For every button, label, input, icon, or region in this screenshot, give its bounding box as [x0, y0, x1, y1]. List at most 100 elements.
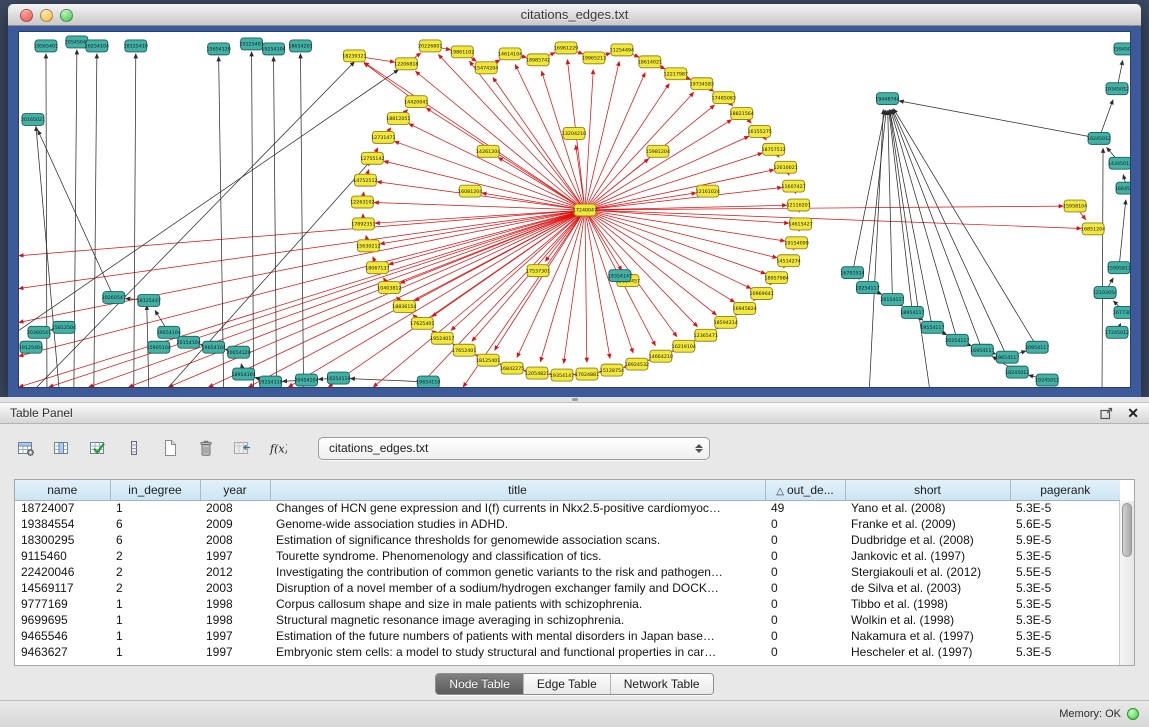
cell-name[interactable]: 18300295 [15, 532, 110, 548]
graph-node[interactable]: 12755142 [360, 152, 384, 164]
column-header-pagerank[interactable]: pagerank [1010, 480, 1120, 500]
cell-in_degree[interactable]: 1 [110, 596, 200, 612]
cell-year[interactable]: 2008 [200, 532, 270, 548]
graph-node[interactable]: 14420041 [404, 96, 428, 108]
graph-node[interactable]: 15905104 [147, 341, 171, 353]
graph-node[interactable]: 14514274 [776, 255, 800, 267]
graph-node[interactable]: 17245012 [1105, 326, 1129, 338]
float-panel-icon[interactable] [1100, 407, 1113, 420]
cell-pagerank[interactable]: 5.9E-5 [1010, 532, 1120, 548]
table-row[interactable]: 1456911722003Disruption of a novel membe… [15, 580, 1120, 596]
graph-node[interactable]: 18245012 [1005, 366, 1029, 378]
graph-node[interactable]: 15995812 [1107, 262, 1130, 274]
graph-node[interactable]: 18654201 [288, 40, 312, 52]
cell-title[interactable]: Changes of HCN gene expression and I(f) … [270, 500, 765, 516]
cell-title[interactable]: Tourette syndrome. Phenomenology and cla… [270, 548, 765, 564]
graph-node[interactable]: 12206818 [394, 58, 418, 70]
graph-node[interactable]: 20254117 [945, 334, 969, 346]
column-header-year[interactable]: year [200, 480, 270, 500]
graph-node[interactable]: 19554117 [920, 321, 944, 333]
graph-node[interactable]: 14752512 [353, 174, 377, 186]
cell-pagerank[interactable]: 5.3E-5 [1010, 500, 1120, 516]
cell-short[interactable]: Yano et al. (2008) [845, 500, 1010, 516]
table-scrollbar[interactable] [1119, 501, 1134, 665]
graph-node[interactable]: 18125401 [476, 354, 500, 366]
cell-short[interactable]: Franke et al. (2009) [845, 516, 1010, 532]
graph-node[interactable]: 19734583 [690, 78, 714, 90]
graph-node[interactable]: 17485083 [712, 92, 736, 104]
cell-title[interactable]: Corpus callosum shape and size in male p… [270, 596, 765, 612]
scrollbar-thumb[interactable] [1122, 503, 1132, 557]
cell-year[interactable]: 2003 [200, 580, 270, 596]
graph-node[interactable]: 20226801 [418, 40, 442, 52]
graph-node[interactable]: 17652401 [452, 344, 476, 356]
graph-node[interactable]: 19565401 [34, 40, 58, 52]
graph-node[interactable]: 20360541 [27, 326, 51, 338]
tab-network-table[interactable]: Network Table [610, 674, 713, 694]
graph-node[interactable]: 20125401 [239, 38, 263, 50]
graph-node[interactable]: 15654120 [206, 43, 230, 55]
graph-node[interactable]: 16155275 [748, 125, 772, 137]
graph-node[interactable]: 14345012 [1108, 157, 1130, 169]
graph-node[interactable]: 17892351 [351, 218, 375, 230]
cell-name[interactable]: 9465546 [15, 628, 110, 644]
graph-node[interactable]: 18985742 [526, 54, 550, 66]
graph-node[interactable]: 16842275 [500, 362, 524, 374]
graph-node[interactable]: 18836154 [392, 300, 416, 312]
graph-node[interactable]: 15630212 [356, 240, 380, 252]
cell-pagerank[interactable]: 5.3E-5 [1010, 548, 1120, 564]
graph-node[interactable]: 17537301 [526, 265, 550, 277]
graph-node[interactable]: 18957984 [764, 272, 788, 284]
graph-node[interactable]: 16773012 [1113, 306, 1130, 318]
cell-short[interactable]: Nakamura et al. (1997) [845, 628, 1010, 644]
cell-out_de[interactable]: 49 [765, 500, 845, 516]
cell-in_degree[interactable]: 1 [110, 628, 200, 644]
zoom-button[interactable] [60, 9, 73, 22]
graph-node[interactable]: 19965213 [582, 52, 606, 64]
cell-short[interactable]: Stergiakouli et al. (2012) [845, 564, 1010, 580]
graph-node[interactable]: 12161024 [696, 185, 720, 197]
cell-out_de[interactable]: 0 [765, 548, 845, 564]
graph-node[interactable]: 12610021 [773, 161, 797, 173]
graph-node[interactable]: 19654104 [201, 341, 225, 353]
cell-name[interactable]: 9463627 [15, 644, 110, 660]
graph-node[interactable]: 12116201 [786, 199, 810, 211]
cell-out_de[interactable]: 0 [765, 516, 845, 532]
graph-node[interactable]: 19245012 [1035, 374, 1059, 386]
column-header-short[interactable]: short [845, 480, 1010, 500]
graph-node[interactable]: 15958104 [1063, 200, 1087, 212]
table-row[interactable]: 977716911998Corpus callosum shape and si… [15, 596, 1120, 612]
cell-year[interactable]: 1997 [200, 644, 270, 660]
close-button[interactable] [20, 9, 33, 22]
graph-node[interactable]: 12217987 [664, 68, 688, 80]
cell-in_degree[interactable]: 1 [110, 500, 200, 516]
toolbar-show-columns-button[interactable] [50, 436, 74, 460]
cell-name[interactable]: 9115460 [15, 548, 110, 564]
cell-out_de[interactable]: 0 [765, 580, 845, 596]
table-row[interactable]: 946554611997Estimation of the future num… [15, 628, 1120, 644]
graph-node[interactable]: 15945012 [1113, 43, 1130, 55]
graph-node[interactable]: 20954117 [1025, 341, 1049, 353]
close-panel-icon[interactable]: ✕ [1127, 406, 1139, 420]
panel-resize-grip-icon[interactable] [572, 398, 578, 401]
table-row[interactable]: 2242004622012Investigating the contribut… [15, 564, 1120, 580]
cell-title[interactable]: Estimation of the future numbers of pati… [270, 628, 765, 644]
cell-name[interactable]: 18724007 [15, 500, 110, 516]
graph-node[interactable]: 17240047 [573, 204, 597, 216]
graph-node[interactable]: 18239321 [342, 50, 366, 62]
graph-node[interactable]: 12103054 [1093, 287, 1117, 299]
graph-node[interactable]: 16791914 [840, 267, 864, 279]
cell-year[interactable]: 1998 [200, 612, 270, 628]
cell-name[interactable]: 9699695 [15, 612, 110, 628]
graph-node[interactable]: 19354147 [608, 270, 632, 282]
graph-node[interactable]: 18954117 [900, 306, 924, 318]
table-row[interactable]: 969969511998Structural magnetic resonanc… [15, 612, 1120, 628]
cell-name[interactable]: 14569117 [15, 580, 110, 596]
table-row[interactable]: 1872400712008Changes of HCN gene express… [15, 500, 1120, 516]
cell-out_de[interactable]: 0 [765, 564, 845, 580]
column-header-out_de[interactable]: △out_de... [765, 480, 845, 500]
graph-node[interactable]: 16245012 [1087, 132, 1111, 144]
column-header-in_degree[interactable]: in_degree [110, 480, 200, 500]
table-row[interactable]: 946362711997Embryonic stem cells: a mode… [15, 644, 1120, 660]
graph-node[interactable]: 12365471 [694, 329, 718, 341]
